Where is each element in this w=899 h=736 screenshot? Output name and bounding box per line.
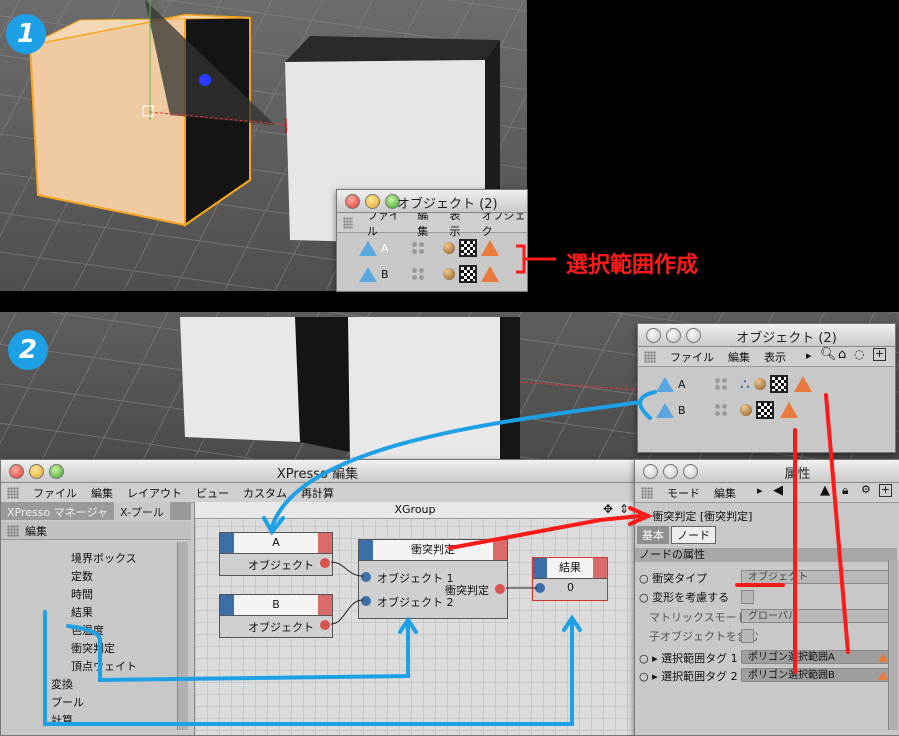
tutorial-arrows-overlay bbox=[43, 390, 850, 726]
